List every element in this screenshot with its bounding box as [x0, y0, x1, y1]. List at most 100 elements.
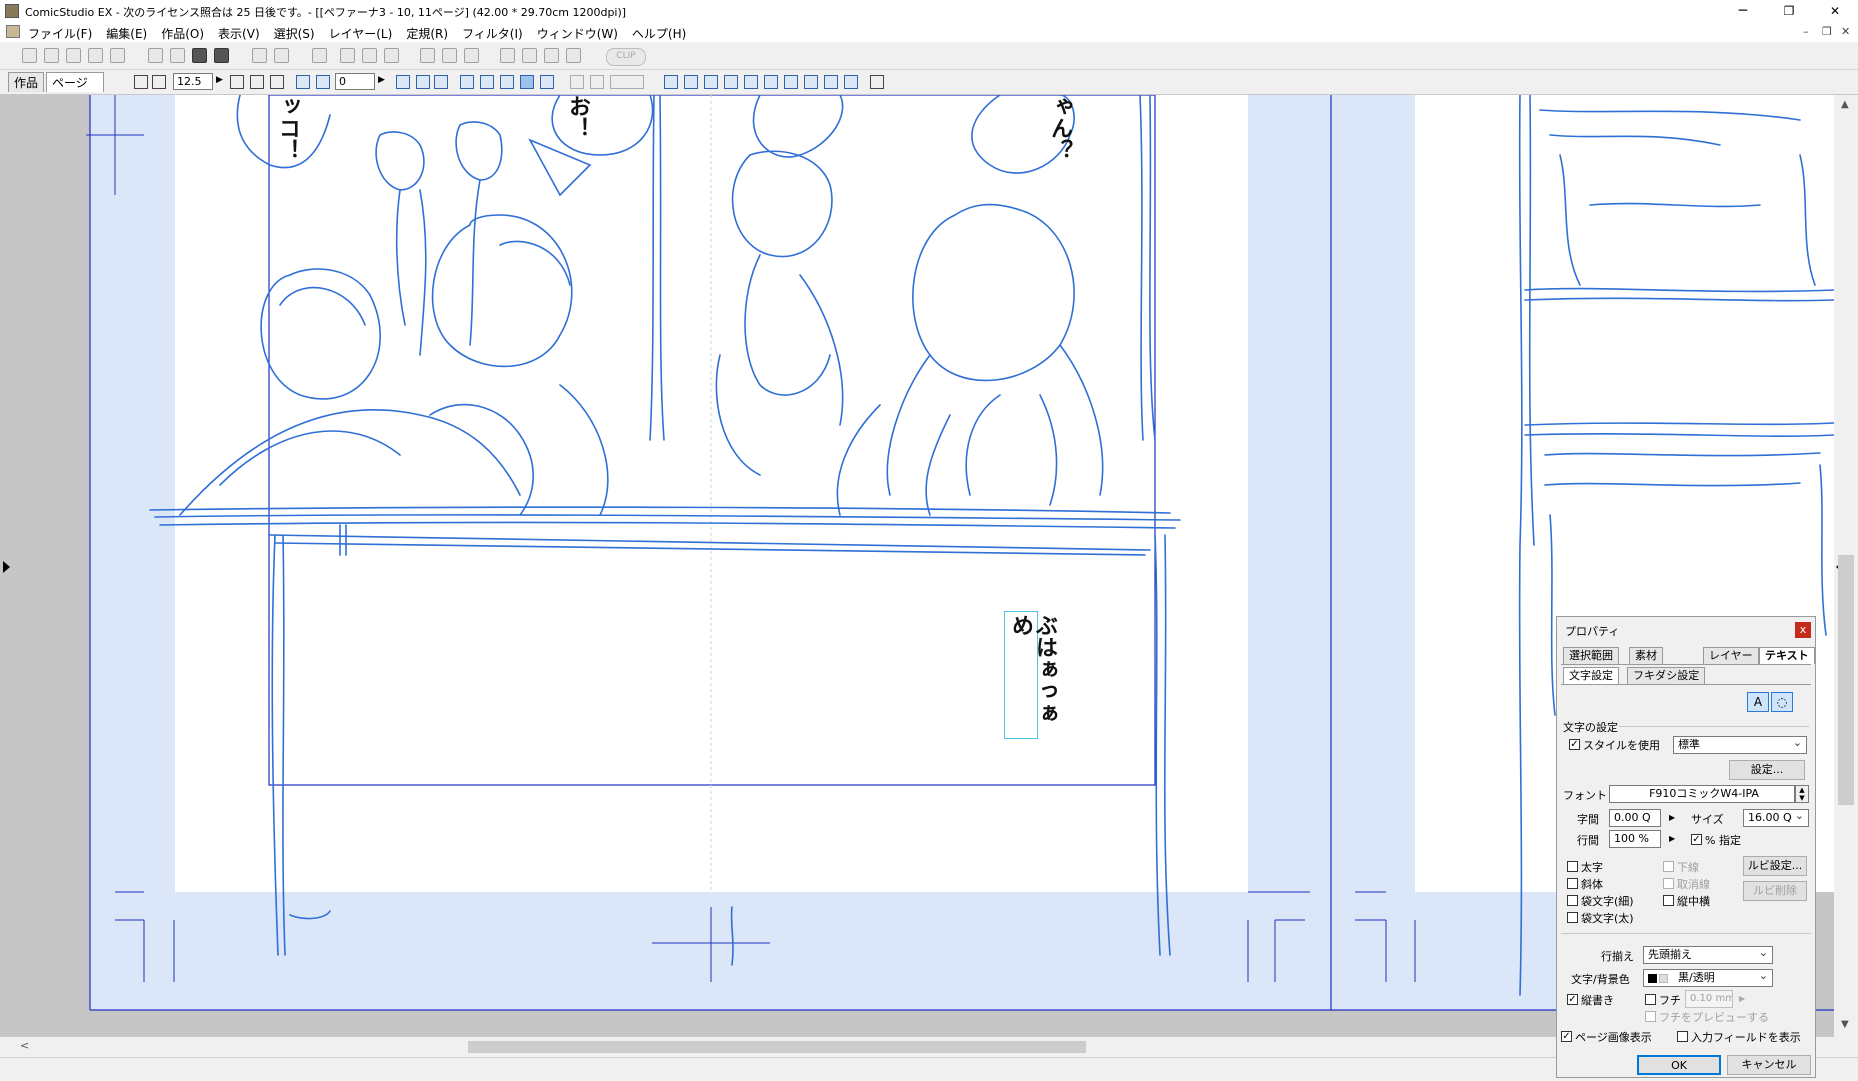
scroll-down-icon[interactable]: ▼ [1841, 1019, 1849, 1030]
page-next-icon[interactable] [384, 48, 399, 63]
line-spacing-input[interactable]: 100 % [1609, 830, 1661, 848]
perspective-ruler-icon[interactable] [804, 75, 818, 89]
char-spacing-arrow-icon[interactable]: ▶ [1669, 813, 1675, 822]
fit-page-icon[interactable] [230, 75, 244, 89]
menu-item-1[interactable]: 編集(E) [106, 25, 147, 42]
tab-material[interactable]: 素材 [1629, 647, 1663, 664]
tab-text[interactable]: テキスト [1759, 647, 1815, 664]
grid-toggle-icon[interactable] [844, 75, 858, 89]
snap-active-icon[interactable] [520, 75, 534, 89]
actual-size-icon[interactable] [270, 75, 284, 89]
snap-ruler-icon[interactable] [460, 75, 474, 89]
new-page-icon[interactable] [44, 48, 59, 63]
show-input-checkbox[interactable] [1677, 1031, 1688, 1042]
outline-thin-checkbox[interactable] [1567, 895, 1578, 906]
open-icon[interactable] [66, 48, 81, 63]
snap-off-icon[interactable] [540, 75, 554, 89]
use-style-checkbox[interactable]: ✓ [1569, 739, 1580, 750]
maximize-button[interactable]: ❐ [1766, 0, 1812, 22]
layer-icon[interactable] [420, 48, 435, 63]
pattern-ruler-icon[interactable] [744, 75, 758, 89]
pen-ruler-icon[interactable] [664, 75, 678, 89]
size-select[interactable]: 16.00 Q [1743, 809, 1809, 827]
menu-item-0[interactable]: ファイル(F) [28, 25, 92, 42]
tab-page[interactable]: ページ ✕ [46, 72, 104, 110]
parallel-ruler-icon[interactable] [764, 75, 778, 89]
mdi-restore-button[interactable]: ❐ [1822, 25, 1832, 38]
cancel-button[interactable]: キャンセル [1727, 1055, 1811, 1075]
balloon-mode-icon[interactable]: ◌ [1771, 692, 1793, 712]
ruby-settings-button[interactable]: ルビ設定... [1743, 856, 1807, 876]
font-spinner-icon[interactable]: ▲ ▼ [1795, 785, 1809, 803]
rotate-arrow-icon[interactable]: ▶ [378, 75, 385, 85]
char-spacing-input[interactable]: 0.00 Q [1609, 809, 1661, 827]
rotate-input[interactable]: 0 [335, 73, 375, 90]
focus-ruler-icon[interactable] [784, 75, 798, 89]
menu-item-4[interactable]: 選択(S) [274, 25, 315, 42]
bold-checkbox[interactable] [1567, 861, 1578, 872]
left-panel-toggle-icon[interactable] [3, 561, 10, 573]
minimize-button[interactable]: ─ [1720, 0, 1766, 22]
window-icon[interactable] [544, 48, 559, 63]
print-icon[interactable] [312, 48, 327, 63]
rotate-left-icon[interactable] [296, 75, 310, 89]
fit-width-icon[interactable] [250, 75, 264, 89]
mdi-minimize-button[interactable]: – [1803, 25, 1809, 38]
subtab-text-settings[interactable]: 文字設定 [1563, 667, 1619, 684]
clip-button[interactable]: CLIP [606, 48, 646, 66]
vertical-scroll-thumb[interactable] [1838, 555, 1854, 805]
snap-grid-icon[interactable] [480, 75, 494, 89]
align-select[interactable]: 先頭揃え [1643, 946, 1773, 964]
cut-icon[interactable] [148, 48, 163, 63]
preview-icon[interactable] [566, 48, 581, 63]
tab-layer[interactable]: レイヤー [1703, 647, 1759, 664]
scroll-left-icon[interactable]: < [20, 1039, 29, 1052]
tab-selection[interactable]: 選択範囲 [1563, 647, 1619, 664]
text-selection-box[interactable]: ぶはぁっぁめ [1004, 611, 1058, 739]
copy-icon[interactable] [170, 48, 185, 63]
grid-ruler-icon[interactable] [824, 75, 838, 89]
redo-icon[interactable] [274, 48, 289, 63]
new-file-icon[interactable] [22, 48, 37, 63]
line-spacing-arrow-icon[interactable]: ▶ [1669, 834, 1675, 843]
menu-item-8[interactable]: ウィンドウ(W) [537, 25, 618, 42]
style-settings-button[interactable]: 設定... [1729, 760, 1805, 780]
text-mode-icon[interactable]: A [1747, 692, 1769, 712]
undo-icon[interactable] [252, 48, 267, 63]
frame-icon[interactable] [522, 48, 537, 63]
menu-item-7[interactable]: フィルタ(I) [462, 25, 523, 42]
zoom-out-icon[interactable] [152, 75, 166, 89]
outline-thick-checkbox[interactable] [1567, 912, 1578, 923]
ellipse-ruler-icon[interactable] [724, 75, 738, 89]
horizontal-scroll-thumb[interactable] [468, 1041, 1086, 1053]
tatechuyoko-checkbox[interactable] [1663, 895, 1674, 906]
reset-rotate-icon[interactable] [396, 75, 410, 89]
edge-checkbox[interactable] [1645, 994, 1656, 1005]
selected-text-buhaa[interactable]: ぶはぁっぁめ [1008, 614, 1058, 738]
font-select[interactable]: F910コミックW4-IPA [1609, 785, 1795, 803]
page-layout-icon[interactable] [340, 48, 355, 63]
menu-item-3[interactable]: 表示(V) [218, 25, 260, 42]
ruler-icon[interactable] [500, 48, 515, 63]
zoom-icon[interactable] [134, 75, 148, 89]
scroll-up-icon[interactable]: ▲ [1841, 99, 1849, 110]
panel-toggle-icon[interactable] [870, 75, 884, 89]
italic-checkbox[interactable] [1567, 878, 1578, 889]
paste-icon[interactable] [192, 48, 207, 63]
vertical-scrollbar[interactable]: ▲ ▼ [1834, 95, 1858, 1037]
show-page-checkbox[interactable]: ✓ [1561, 1031, 1572, 1042]
layer-mask-icon[interactable] [442, 48, 457, 63]
zoom-input[interactable]: 12.5 [173, 73, 213, 90]
horizontal-scrollbar[interactable]: < [0, 1037, 1560, 1057]
ok-button[interactable]: OK [1637, 1055, 1721, 1075]
flip-vertical-icon[interactable] [434, 75, 448, 89]
percent-checkbox[interactable]: ✓ [1691, 834, 1702, 845]
style-select[interactable]: 標準 [1673, 736, 1807, 754]
menu-item-6[interactable]: 定規(R) [406, 25, 448, 42]
page-prev-icon[interactable] [362, 48, 377, 63]
tab-work[interactable]: 作品 [8, 72, 44, 92]
close-button[interactable]: ✕ [1812, 0, 1858, 22]
menu-item-5[interactable]: レイヤー(L) [329, 25, 393, 42]
mdi-close-button[interactable]: ✕ [1841, 25, 1850, 38]
menu-item-2[interactable]: 作品(O) [161, 25, 204, 42]
